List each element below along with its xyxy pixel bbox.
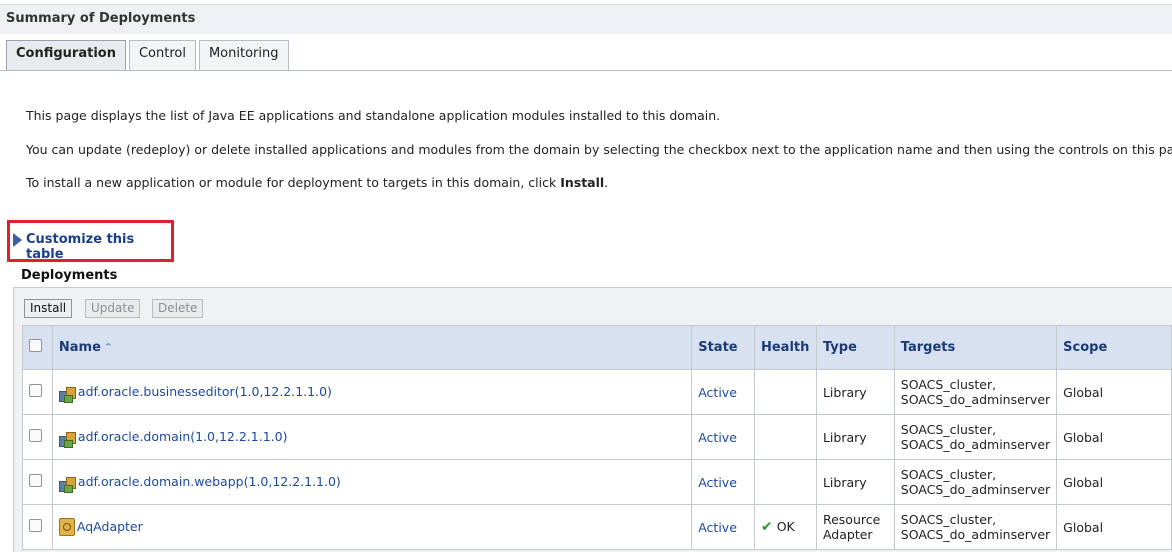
scope-cell: Global <box>1056 414 1172 460</box>
column-targets[interactable]: Targets <box>893 325 1058 370</box>
tab-configuration[interactable]: Configuration <box>6 40 126 71</box>
delete-button[interactable]: Delete <box>152 299 204 318</box>
select-all-checkbox[interactable] <box>29 339 42 352</box>
tab-divider <box>0 70 1172 71</box>
target-line: SOACS_cluster, <box>900 467 997 482</box>
column-scope[interactable]: Scope <box>1056 325 1172 370</box>
type-value: Library <box>822 384 867 400</box>
scope-cell: Global <box>1056 504 1172 550</box>
intro-text-1: This page displays the list of Java EE a… <box>26 108 721 123</box>
health-cell <box>753 459 817 505</box>
table-header-row: Name ⌃ State Health Type Targets Scope <box>22 325 1172 370</box>
sort-ascending-icon[interactable]: ⌃ <box>104 341 113 354</box>
type-cell: Library <box>815 459 895 505</box>
ok-check-icon: ✔ <box>760 519 773 535</box>
tab-monitoring[interactable]: Monitoring <box>198 40 289 70</box>
page-title: Summary of Deployments <box>0 5 1172 34</box>
target-line: SOACS_do_adminserver <box>900 392 1051 407</box>
intro-text-3-prefix: To install a new application or module f… <box>26 175 561 190</box>
type-value: Library <box>822 429 867 445</box>
library-icon <box>58 475 77 493</box>
app-name-link[interactable]: adf.oracle.domain.webapp(1.0,12.2.1.1.0) <box>78 474 341 489</box>
type-value: Resource <box>822 512 881 527</box>
row-select-cell <box>22 504 53 550</box>
target-line: SOACS_cluster, <box>900 377 997 392</box>
state-cell: Active <box>691 459 755 505</box>
intro-text-2: You can update (redeploy) or delete inst… <box>26 142 1172 157</box>
tab-bar: Configuration Control Monitoring <box>6 40 292 71</box>
state-value: Active <box>698 384 737 400</box>
customize-highlight: Customize this table <box>7 220 174 262</box>
target-line: SOACS_do_adminserver <box>900 527 1051 542</box>
row-checkbox[interactable] <box>29 474 42 487</box>
app-name-link[interactable]: adf.oracle.domain(1.0,12.2.1.1.0) <box>78 429 288 444</box>
targets-cell: SOACS_cluster, SOACS_do_adminserver <box>893 369 1058 415</box>
health-value: OK <box>776 519 795 534</box>
row-checkbox[interactable] <box>29 519 42 532</box>
type-cell: Library <box>815 414 895 460</box>
state-value: Active <box>698 429 737 445</box>
table-row: adf.oracle.domain(1.0,12.2.1.1.0) Active… <box>22 414 1172 460</box>
table-row: AqAdapter Active ✔ OK Resource Adapter SO… <box>22 504 1172 550</box>
app-name-cell: AqAdapter <box>51 504 693 550</box>
targets-cell: SOACS_cluster, SOACS_do_adminserver <box>893 459 1058 505</box>
scope-cell: Global <box>1056 459 1172 505</box>
type-value: Library <box>822 474 867 490</box>
tab-control[interactable]: Control <box>128 40 196 70</box>
column-name[interactable]: Name ⌃ <box>51 325 693 370</box>
scope-cell: Global <box>1056 369 1172 415</box>
library-icon <box>58 430 77 448</box>
state-cell: Active <box>691 414 755 460</box>
table-row: adf.oracle.domain.webapp(1.0,12.2.1.1.0)… <box>22 459 1172 505</box>
app-name-cell: adf.oracle.domain(1.0,12.2.1.1.0) <box>51 414 693 460</box>
customize-table-link[interactable]: Customize this table <box>26 232 171 262</box>
targets-cell: SOACS_cluster, SOACS_do_adminserver <box>893 414 1058 460</box>
row-checkbox[interactable] <box>29 384 42 397</box>
column-health[interactable]: Health <box>753 325 817 370</box>
expand-triangle-icon[interactable] <box>13 233 22 247</box>
update-button[interactable]: Update <box>85 299 141 318</box>
app-name-cell: adf.oracle.domain.webapp(1.0,12.2.1.1.0) <box>51 459 693 505</box>
state-cell: Active <box>691 504 755 550</box>
target-line: SOACS_do_adminserver <box>900 437 1051 452</box>
health-cell: ✔ OK <box>753 504 817 550</box>
target-line: SOACS_cluster, <box>900 422 997 437</box>
table-row: adf.oracle.businesseditor(1.0,12.2.1.1.0… <box>22 369 1172 415</box>
deployments-table: Name ⌃ State Health Type Targets Scope ad… <box>22 325 1172 550</box>
intro-text-3-suffix: . <box>604 175 609 190</box>
deployments-title: Deployments <box>21 268 118 283</box>
intro-install-word: Install <box>560 175 605 190</box>
targets-cell: SOACS_cluster, SOACS_do_adminserver <box>893 504 1058 550</box>
target-line: SOACS_cluster, <box>900 512 997 527</box>
column-name-label[interactable]: Name <box>59 340 101 355</box>
app-name-link[interactable]: AqAdapter <box>77 519 143 534</box>
select-all-cell <box>22 325 53 370</box>
health-cell <box>753 414 817 460</box>
health-cell <box>753 369 817 415</box>
state-value: Active <box>698 474 737 490</box>
state-value: Active <box>698 519 737 535</box>
type-value-2: Adapter <box>822 527 873 542</box>
target-line: SOACS_do_adminserver <box>900 482 1051 497</box>
adapter-icon <box>58 518 75 536</box>
row-select-cell <box>22 414 53 460</box>
app-name-link[interactable]: adf.oracle.businesseditor(1.0,12.2.1.1.0… <box>78 384 332 399</box>
row-select-cell <box>22 459 53 505</box>
app-name-cell: adf.oracle.businesseditor(1.0,12.2.1.1.0… <box>51 369 693 415</box>
install-button[interactable]: Install <box>24 299 73 318</box>
intro-text-3: To install a new application or module f… <box>26 175 608 190</box>
type-cell: Resource Adapter <box>815 504 895 550</box>
library-icon <box>58 385 77 403</box>
column-state[interactable]: State <box>691 325 755 370</box>
row-checkbox[interactable] <box>29 429 42 442</box>
state-cell: Active <box>691 369 755 415</box>
type-cell: Library <box>815 369 895 415</box>
row-select-cell <box>22 369 53 415</box>
column-type[interactable]: Type <box>815 325 895 370</box>
